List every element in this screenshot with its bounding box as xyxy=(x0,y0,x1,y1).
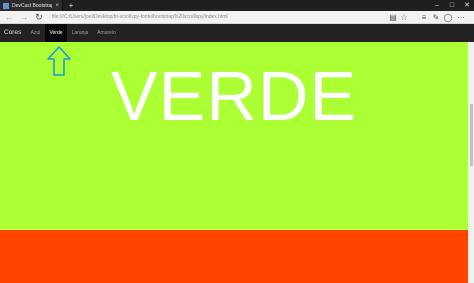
hub-icon[interactable]: ≡ xyxy=(418,11,430,24)
browser-window: DevCast Bootstrap - Scr × + – □ ✕ ← → ↻ … xyxy=(0,0,474,283)
minimize-button[interactable]: – xyxy=(430,0,444,11)
favorite-star-icon[interactable]: ☆ xyxy=(398,11,410,24)
back-icon[interactable]: ← xyxy=(2,11,16,24)
refresh-icon[interactable]: ↻ xyxy=(32,11,46,24)
tab-title: DevCast Bootstrap - Scr xyxy=(12,2,53,9)
web-note-icon[interactable]: ✎ xyxy=(430,11,442,24)
close-tab-icon[interactable]: × xyxy=(55,3,59,9)
browser-tab[interactable]: DevCast Bootstrap - Scr × xyxy=(0,0,63,11)
nav-link-laranja[interactable]: Laranja xyxy=(68,24,92,42)
forward-icon[interactable]: → xyxy=(17,11,31,24)
section-laranja xyxy=(0,230,468,283)
scrollbar-thumb[interactable] xyxy=(470,104,473,166)
nav-link-amarelo[interactable]: Amarelo xyxy=(93,24,120,42)
new-tab-button[interactable]: + xyxy=(66,0,76,11)
more-icon[interactable]: ⋯ xyxy=(455,11,467,24)
nav-link-verde[interactable]: Verde xyxy=(45,24,67,42)
share-icon[interactable]: ◯ xyxy=(442,11,454,24)
site-navbar: Cores Azul Verde Laranja Amarelo xyxy=(0,24,474,42)
navbar-brand[interactable]: Cores xyxy=(4,24,21,42)
close-window-button[interactable]: ✕ xyxy=(460,0,474,11)
up-arrow-icon xyxy=(47,46,71,76)
favicon-icon xyxy=(3,2,9,9)
url-field[interactable]: file:///C:/Users/joel/Desktop/bt-scrolls… xyxy=(52,13,382,22)
title-bar: DevCast Bootstrap - Scr × + – □ ✕ xyxy=(0,0,474,11)
nav-link-azul[interactable]: Azul xyxy=(27,24,44,42)
maximize-button[interactable]: □ xyxy=(445,0,459,11)
address-bar: ← → ↻ file:///C:/Users/joel/Desktop/bt-s… xyxy=(0,11,474,24)
